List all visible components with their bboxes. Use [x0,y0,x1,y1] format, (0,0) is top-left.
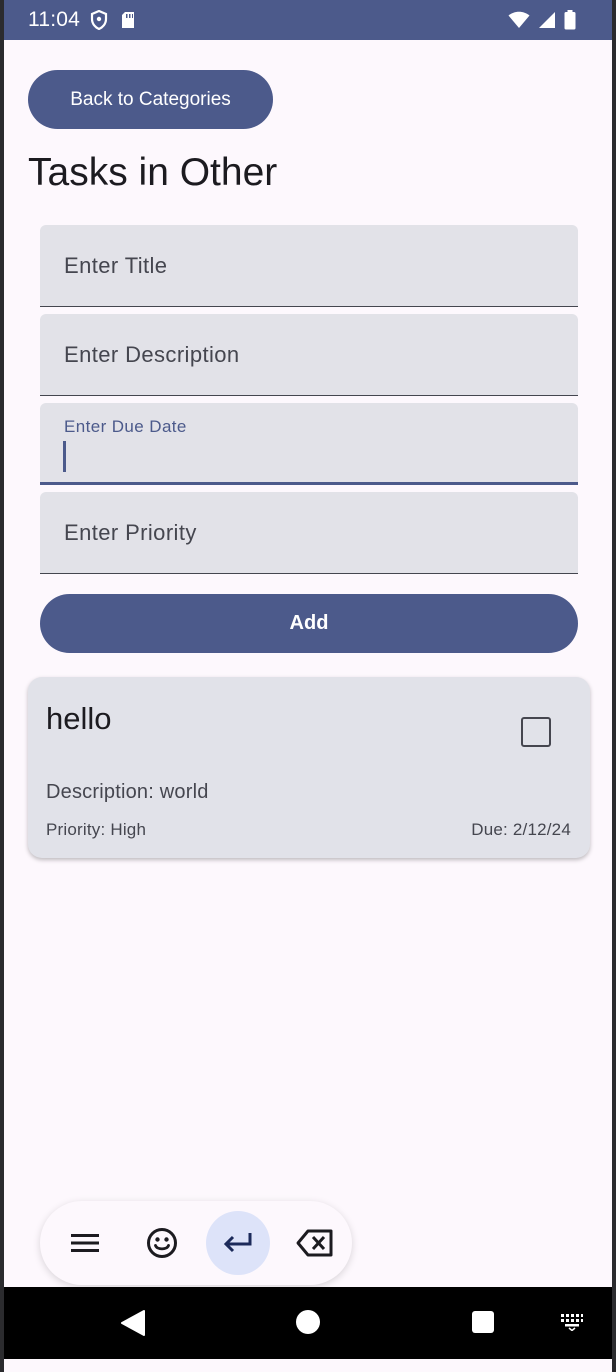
add-button[interactable]: Add [40,594,578,653]
keyboard-switch-icon[interactable] [560,1313,584,1331]
title-placeholder: Enter Title [64,253,168,278]
due-date-field[interactable]: Enter Due Date [40,403,578,485]
menu-icon[interactable] [53,1211,117,1275]
shield-icon [90,9,108,35]
task-priority: Priority: High [46,820,147,839]
task-due-date: Due: 2/12/24 [471,820,571,839]
emoji-icon[interactable] [130,1211,194,1275]
wifi-icon [508,11,530,34]
sd-card-icon [120,11,136,34]
signal-icon [538,11,556,34]
task-description: Description: world [46,781,209,803]
description-placeholder: Enter Description [64,342,240,367]
page-title: Tasks in Other [28,151,278,194]
status-bar: 11:04 [4,0,612,40]
title-field[interactable]: Enter Title [40,225,578,307]
back-button-label: Back to Categories [70,88,231,110]
status-left-icons [90,9,136,35]
backspace-icon[interactable] [283,1211,347,1275]
task-complete-checkbox[interactable] [521,717,551,747]
back-to-categories-button[interactable]: Back to Categories [28,70,273,129]
home-icon[interactable] [295,1309,321,1335]
due-date-label: Enter Due Date [64,417,187,436]
priority-field[interactable]: Enter Priority [40,492,578,574]
navigation-bar [4,1287,612,1359]
task-title: hello [46,701,112,736]
keyboard-toolbar [40,1201,352,1285]
add-button-label: Add [289,612,329,634]
task-card: hello Description: world Priority: High … [28,677,590,858]
text-caret [63,441,66,472]
status-right-icons [508,10,576,35]
priority-placeholder: Enter Priority [64,520,197,545]
status-time: 11:04 [28,8,80,31]
app-screen: 11:04 Back to Categories Tasks in Other [4,0,612,1372]
enter-icon[interactable] [206,1211,270,1275]
recents-icon[interactable] [471,1309,495,1335]
back-icon[interactable] [120,1309,146,1337]
description-field[interactable]: Enter Description [40,314,578,396]
battery-icon [564,10,576,35]
